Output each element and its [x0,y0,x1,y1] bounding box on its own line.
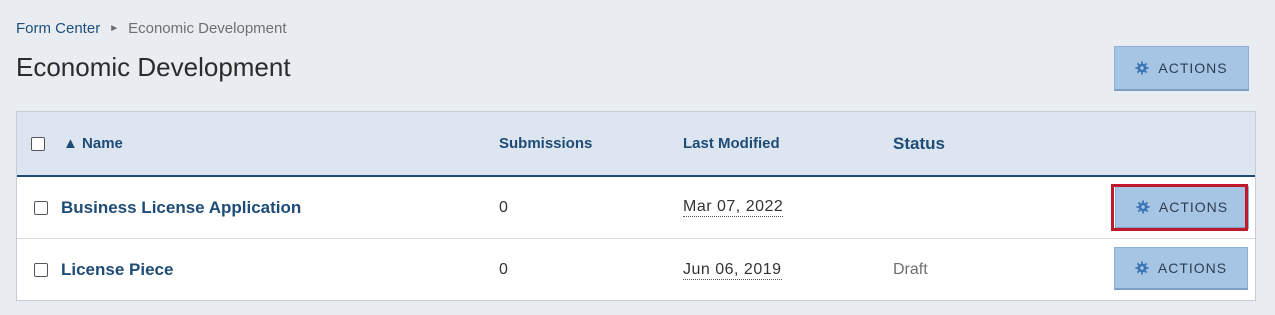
select-all-cell [31,112,45,175]
table-row: Business License Application 0 Mar 07, 2… [17,177,1255,239]
column-header-name[interactable]: ▲ Name [63,112,123,175]
breadcrumb: Form Center ► Economic Development [16,20,287,37]
page-title: Economic Development [16,52,291,82]
submissions-cell: 0 [499,261,508,278]
breadcrumb-separator-icon: ► [109,23,120,34]
row-checkbox[interactable] [34,263,48,277]
page-actions-button[interactable]: ACTIONS [1114,46,1249,91]
last-modified-date: Jun 06, 2019 [683,260,782,280]
gear-icon [1135,61,1149,75]
form-name-link[interactable]: Business License Application [61,198,301,218]
table-header: ▲ Name Submissions Last Modified Status [17,112,1255,177]
row-actions-button[interactable]: ACTIONS [1114,247,1248,290]
column-header-submissions[interactable]: Submissions [499,112,592,175]
column-header-last-modified[interactable]: Last Modified [683,112,780,175]
status-cell: Draft [893,261,928,278]
breadcrumb-form-center-link[interactable]: Form Center [16,20,100,37]
form-name-link[interactable]: License Piece [61,260,173,280]
row-checkbox-cell [34,177,48,238]
last-modified-cell: Jun 06, 2019 [683,239,782,301]
forms-table: ▲ Name Submissions Last Modified Status … [16,111,1256,301]
row-checkbox[interactable] [34,200,48,215]
form-name-cell: License Piece [61,239,173,301]
row-actions-label: ACTIONS [1157,260,1228,276]
last-modified-cell: Mar 07, 2022 [683,177,784,238]
table-row: License Piece 0 Jun 06, 2019 Draft ACTIO… [17,239,1255,301]
gear-icon [1135,261,1149,275]
row-checkbox-cell [34,239,48,301]
highlight-box [1111,184,1248,231]
form-name-cell: Business License Application [61,177,301,238]
page-actions-label: ACTIONS [1158,60,1228,76]
select-all-checkbox[interactable] [31,136,45,151]
breadcrumb-current: Economic Development [128,20,287,37]
last-modified-date: Mar 07, 2022 [683,198,784,217]
submissions-cell: 0 [499,198,508,216]
column-header-status[interactable]: Status [893,112,945,175]
